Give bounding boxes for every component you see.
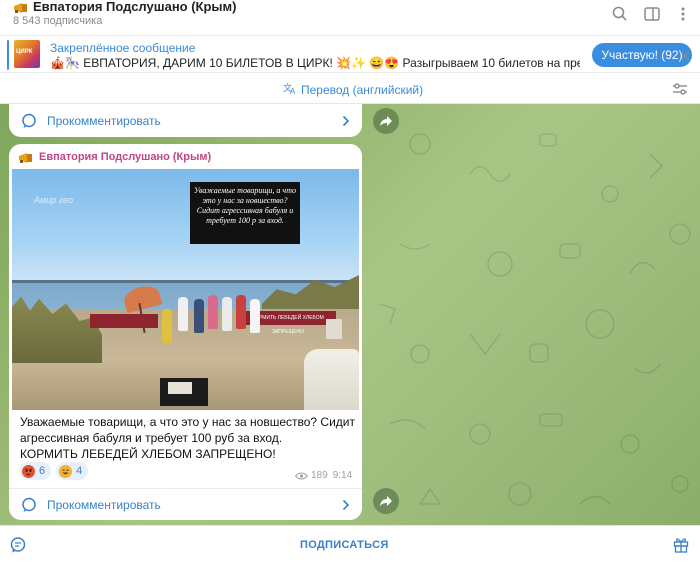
photo-sky [12, 169, 359, 287]
bottom-bar: ПОДПИСАТЬСЯ [0, 525, 700, 563]
photo-watermark: Амир гео [34, 195, 74, 205]
angry-face-icon [22, 464, 35, 478]
photo-sign-paper [168, 382, 192, 394]
post-author: Евпатория Подслушано (Крым) [39, 151, 212, 163]
photo-person [250, 299, 260, 333]
post-photo[interactable]: Амир гео Уважаемые товарищи, а что это у… [12, 169, 359, 410]
channel-title: Евпатория Подслушано (Крым) [33, 0, 237, 14]
settings-sliders-icon[interactable] [672, 82, 688, 96]
search-icon[interactable] [611, 5, 629, 23]
photo-person [208, 295, 218, 329]
translate-button[interactable]: 文A Перевод (английский) [283, 82, 423, 98]
photo-person [236, 295, 246, 329]
post-text: Уважаемые товарищи, а что это у нас за н… [20, 414, 355, 462]
translate-icon: 文A [283, 82, 297, 98]
chevron-right-icon [342, 115, 350, 127]
post-meta: 189 9:14 [294, 470, 353, 481]
comment-bubble-icon [21, 113, 37, 129]
svg-text:A: A [290, 87, 296, 95]
channel-title-row[interactable]: Евпатория Подслушано (Крым) [13, 0, 236, 13]
channel-post: Евпатория Подслушано (Крым) Амир гео Ува… [9, 144, 362, 520]
more-vertical-icon[interactable] [674, 5, 692, 23]
post-text-line: Уважаемые товарищи, а что это у нас за н… [20, 415, 355, 429]
pinned-title: Закреплённое сообщение [50, 41, 196, 55]
share-button[interactable] [373, 108, 399, 134]
view-count: 189 [311, 470, 328, 481]
photo-person [222, 297, 232, 331]
comment-label: Прокомментировать [47, 498, 161, 512]
megaphone-icon [18, 152, 34, 163]
comment-row[interactable]: Прокомментировать [9, 105, 362, 137]
chat-area[interactable]: Прокомментировать Евпатория Подслушано (… [0, 104, 700, 525]
close-icon[interactable] [680, 49, 690, 61]
post-author-row[interactable]: Евпатория Подслушано (Крым) [18, 151, 211, 163]
post-text-line: КОРМИТЬ ЛЕБЕДЕЙ ХЛЕБОМ ЗАПРЕЩЕНО! [20, 447, 276, 461]
pinned-indicator [7, 40, 9, 70]
comment-label: Прокомментировать [47, 114, 161, 128]
reaction-angry[interactable]: 6 [19, 462, 52, 480]
forward-arrow-icon [380, 496, 392, 506]
translate-bar: 文A Перевод (английский) [0, 74, 700, 104]
megaphone-icon [13, 2, 29, 13]
discussion-icon[interactable] [9, 536, 27, 554]
eye-icon [294, 472, 309, 480]
pinned-thumbnail: ЦИРК [14, 40, 40, 68]
comment-bubble-icon [21, 497, 37, 513]
pinned-text: 🎪🎠 ЕВПАТОРИЯ, ДАРИМ 10 БИЛЕТОВ В ЦИРК! 💥… [50, 56, 580, 70]
photo-person [194, 299, 204, 333]
share-button[interactable] [373, 488, 399, 514]
pinned-thumb-label: ЦИРК [16, 49, 33, 55]
grinning-face-icon [59, 464, 73, 478]
subscribe-button[interactable]: ПОДПИСАТЬСЯ [300, 539, 389, 551]
previous-post-bubble: Прокомментировать [9, 104, 362, 137]
subscriber-count: 8 543 подписчика [13, 15, 103, 27]
reactions-row: 6 4 [19, 462, 93, 480]
photo-person [178, 297, 188, 331]
photo-rope-banner [90, 314, 158, 328]
chat-header: Евпатория Подслушано (Крым) 8 543 подпис… [0, 0, 700, 34]
forward-arrow-icon [380, 116, 392, 126]
post-time: 9:14 [332, 470, 353, 481]
photo-person [162, 309, 172, 343]
sidebar-toggle-icon[interactable] [643, 5, 661, 23]
comment-row[interactable]: Прокомментировать [9, 489, 362, 520]
chevron-right-icon [342, 499, 350, 511]
pinned-message-bar[interactable]: ЦИРК Закреплённое сообщение 🎪🎠 ЕВПАТОРИЯ… [0, 35, 700, 73]
reaction-count: 4 [76, 465, 83, 477]
reaction-count: 6 [39, 465, 46, 477]
gift-icon[interactable] [673, 536, 689, 553]
reaction-grinning[interactable]: 4 [56, 462, 89, 480]
participate-button[interactable]: Участвую! (92) [592, 43, 692, 67]
photo-caption-overlay: Уважаемые товарищи, а что это у нас за н… [190, 182, 300, 244]
photo-bag [304, 349, 359, 410]
post-text-line: агрессивная бабуля и требует 100 руб за … [20, 431, 283, 445]
photo-stool [326, 319, 342, 339]
translate-label: Перевод (английский) [301, 83, 424, 97]
